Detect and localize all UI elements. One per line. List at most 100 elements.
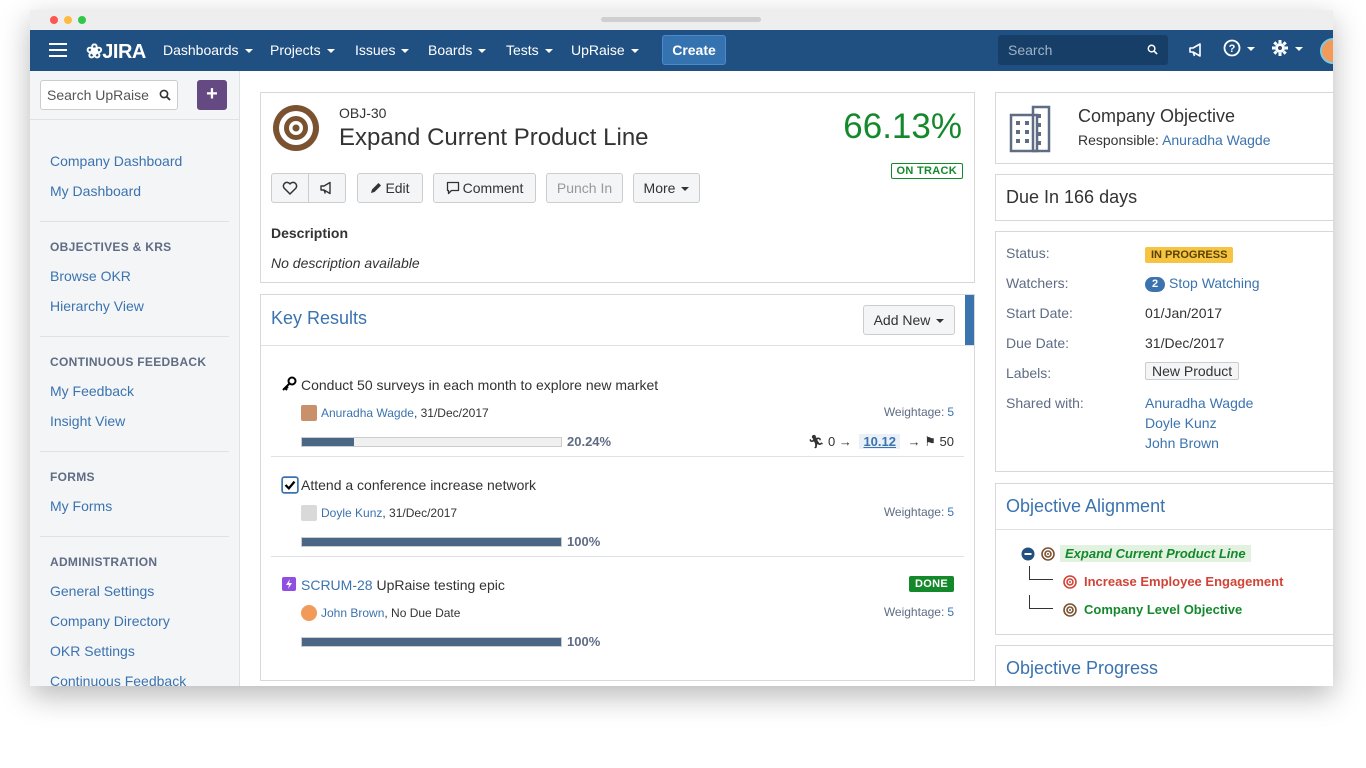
comment-icon (446, 181, 460, 195)
shared-user-link[interactable]: Anuradha Wagde (1145, 395, 1253, 411)
key-result-row[interactable]: Attend a conference increase network Doy… (271, 455, 964, 555)
more-button[interactable]: More (633, 173, 700, 203)
settings-menu[interactable] (1271, 39, 1303, 62)
owner-link[interactable]: Anuradha Wagde (321, 406, 414, 420)
sidebar-item-my-forms[interactable]: My Forms (50, 498, 112, 514)
pencil-icon (370, 182, 382, 194)
help-menu[interactable]: ? (1223, 39, 1255, 62)
app-switcher-icon[interactable] (49, 43, 67, 57)
sidebar-search-input[interactable]: Search UpRaise (40, 80, 178, 110)
key-result-row[interactable]: SCRUM-28 UpRaise testing epic DONE John … (271, 555, 964, 655)
key-result-owner: John Brown, No Due Date (301, 605, 460, 621)
add-new-button[interactable]: Add New (863, 305, 955, 335)
create-button[interactable]: Create (662, 35, 726, 65)
epic-icon (281, 576, 297, 592)
key-result-row[interactable]: Conduct 50 surveys in each month to expl… (271, 355, 964, 455)
key-results-panel: Key Results Add New Conduct 50 surveys i… (260, 294, 975, 681)
sidebar-item-general-settings[interactable]: General Settings (50, 583, 154, 599)
progress-values: 🏃︎ 0 → 10.12 → ⚑ 50 (808, 434, 954, 450)
labels-value: New Product (1145, 363, 1239, 379)
collapse-icon[interactable] (1021, 547, 1035, 561)
nav-upraise[interactable]: UpRaise (571, 42, 639, 58)
responsible-link[interactable]: Anuradha Wagde (1162, 132, 1270, 148)
announce-button[interactable] (308, 173, 346, 203)
key-result-title[interactable]: Attend a conference increase network (301, 477, 536, 493)
nav-projects[interactable]: Projects (270, 42, 335, 58)
logo-text: JIRA (102, 41, 146, 63)
nav-tests[interactable]: Tests (506, 42, 553, 58)
megaphone-icon[interactable] (1188, 41, 1206, 59)
weightage-value[interactable]: 5 (947, 405, 954, 419)
window-chrome (30, 10, 1333, 30)
shared-user-link[interactable]: Doyle Kunz (1145, 415, 1217, 431)
status-badge[interactable]: IN PROGRESS (1145, 247, 1233, 263)
user-avatar[interactable] (1320, 38, 1333, 64)
owner-link[interactable]: John Brown (321, 606, 384, 620)
sidebar-item-company-directory[interactable]: Company Directory (50, 613, 170, 629)
close-window-button[interactable] (50, 16, 58, 24)
stop-watching-link[interactable]: Stop Watching (1169, 275, 1260, 291)
watchers-count[interactable]: 2 (1145, 277, 1165, 292)
sidebar-item-my-feedback[interactable]: My Feedback (50, 383, 134, 399)
minimize-window-button[interactable] (64, 16, 72, 24)
arrow-right-icon: → (839, 434, 852, 449)
due-in-card: Due In 166 days (995, 174, 1333, 221)
objective-key[interactable]: OBJ-30 (339, 105, 386, 121)
shared-user-link[interactable]: John Brown (1145, 435, 1219, 451)
label-chip[interactable]: New Product (1145, 362, 1239, 380)
sidebar-item-my-dashboard[interactable]: My Dashboard (50, 183, 141, 199)
weightage: Weightage:5 (884, 505, 954, 519)
maximize-window-button[interactable] (78, 16, 86, 24)
start-value: 0 (828, 434, 835, 449)
edit-button[interactable]: Edit (357, 173, 423, 203)
sidebar-item-insight-view[interactable]: Insight View (50, 413, 125, 429)
current-value[interactable]: 10.12 (859, 434, 900, 449)
megaphone-icon (319, 180, 335, 196)
key-result-title[interactable]: Conduct 50 surveys in each month to expl… (301, 377, 658, 393)
browser-window: ❀JIRA Dashboards Projects Issues Boards … (30, 10, 1333, 686)
progress-fill (302, 438, 354, 446)
chevron-down-icon (327, 49, 335, 53)
sidebar-item-browse-okr[interactable]: Browse OKR (50, 268, 131, 284)
chevron-down-icon (936, 319, 944, 323)
search-icon[interactable] (159, 89, 171, 101)
nav-label: Issues (355, 42, 395, 58)
alignment-current-objective[interactable]: Expand Current Product Line (1060, 545, 1251, 562)
comment-button[interactable]: Comment (433, 173, 536, 203)
nav-label: Boards (428, 42, 472, 58)
address-bar[interactable] (601, 17, 761, 22)
target-value: 50 (940, 434, 954, 449)
key-icon (281, 376, 297, 392)
details-card: Status: IN PROGRESS Watchers: 2Stop Watc… (995, 231, 1333, 472)
punch-in-button[interactable]: Punch In (546, 173, 623, 203)
like-button[interactable] (271, 173, 309, 203)
add-button[interactable]: + (197, 80, 227, 110)
progress-fill (302, 538, 561, 546)
weightage-value[interactable]: 5 (947, 605, 954, 619)
alignment-child-objective[interactable]: Company Level Objective (1084, 602, 1242, 617)
issue-key-link[interactable]: SCRUM-28 (301, 577, 373, 593)
nav-dashboards[interactable]: Dashboards (163, 42, 253, 58)
sidebar-item-okr-settings[interactable]: OKR Settings (50, 643, 135, 659)
global-search-input[interactable]: Search (998, 35, 1168, 65)
nav-boards[interactable]: Boards (428, 42, 486, 58)
panel-accent (965, 295, 974, 345)
jira-logo[interactable]: ❀JIRA (86, 39, 146, 64)
owner-link[interactable]: Doyle Kunz (321, 506, 382, 520)
progress-percent: 100% (567, 634, 600, 649)
top-navigation: ❀JIRA Dashboards Projects Issues Boards … (30, 30, 1333, 71)
running-icon: 🏃︎ (808, 434, 825, 449)
alignment-child-objective[interactable]: Increase Employee Engagement (1084, 574, 1283, 589)
search-icon[interactable] (1147, 44, 1158, 55)
issue-summary[interactable]: UpRaise testing epic (373, 577, 505, 593)
sidebar-item-company-dashboard[interactable]: Company Dashboard (50, 153, 182, 169)
nav-issues[interactable]: Issues (355, 42, 409, 58)
due-date-value: 31/Dec/2017 (1145, 335, 1224, 351)
weightage-value[interactable]: 5 (947, 505, 954, 519)
sidebar-item-hierarchy-view[interactable]: Hierarchy View (50, 298, 144, 314)
description-text[interactable]: No description available (271, 255, 420, 271)
responsible: Responsible: Anuradha Wagde (1078, 132, 1271, 148)
sidebar-item-continuous-feedback[interactable]: Continuous Feedback (50, 673, 186, 686)
page-title: Expand Current Product Line (339, 124, 649, 152)
status-badge: ON TRACK (891, 163, 963, 179)
